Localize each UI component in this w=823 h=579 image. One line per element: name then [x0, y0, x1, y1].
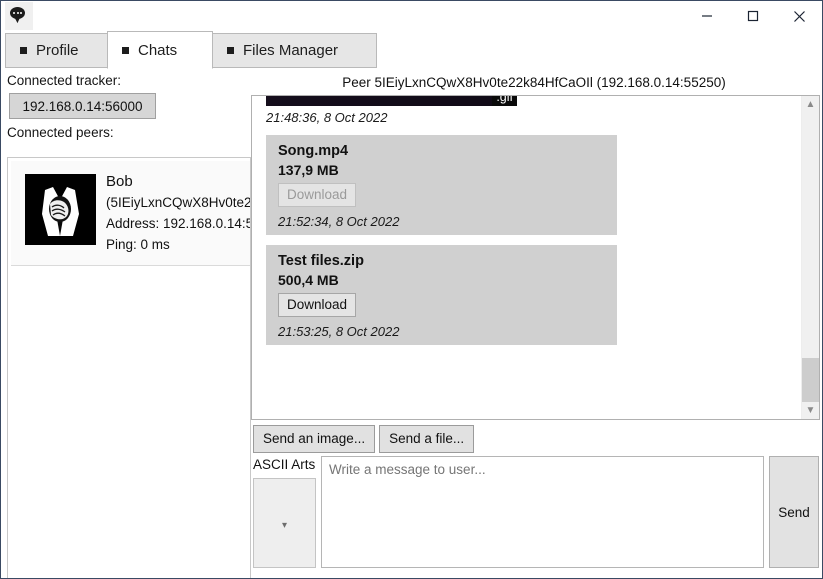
chat-bubble-icon [5, 2, 33, 30]
tab-profile[interactable]: Profile [5, 33, 108, 68]
tab-profile-label: Profile [36, 42, 79, 59]
message-timestamp: 21:52:34, 8 Oct 2022 [278, 214, 400, 229]
app-window: Profile Chats Files Manager Connected tr… [0, 0, 823, 579]
square-bullet-icon [20, 47, 27, 54]
gif-thumbnail[interactable]: .gif [266, 96, 517, 106]
peer-address: Address: 192.168.0.14:552 [106, 216, 250, 231]
chat-scroll-area: .gif 21:48:36, 8 Oct 2022 Song.mp4 137,9… [252, 96, 801, 419]
maximize-icon[interactable] [730, 1, 776, 31]
scroll-up-icon[interactable]: ▲ [802, 96, 819, 113]
title-bar [1, 1, 822, 31]
message-timestamp: 21:48:36, 8 Oct 2022 [266, 110, 388, 125]
chat-message-list[interactable]: .gif 21:48:36, 8 Oct 2022 Song.mp4 137,9… [251, 95, 820, 420]
connected-tracker-label: Connected tracker: [7, 73, 122, 88]
peer-header: Peer 5IEiyLxnCQwX8Hv0te22k84HfCaOIl (192… [342, 74, 726, 90]
ascii-arts-dropdown[interactable]: ▾ [253, 478, 316, 568]
messages-container: .gif 21:48:36, 8 Oct 2022 Song.mp4 137,9… [252, 96, 801, 355]
attachment-toolbar: Send an image... Send a file... [253, 425, 475, 453]
minimize-icon[interactable] [684, 1, 730, 31]
chevron-down-icon[interactable]: ▾ [282, 520, 287, 531]
file-size: 137,9 MB [278, 162, 339, 178]
peer-ping: Ping: 0 ms [106, 237, 170, 252]
tab-strip: Profile Chats Files Manager [1, 31, 822, 69]
scrollbar-thumb[interactable] [802, 358, 819, 402]
file-name: Test files.zip [278, 253, 364, 269]
peer-name: Bob [106, 173, 133, 190]
send-an-image-button[interactable]: Send an image... [253, 425, 376, 453]
close-icon[interactable] [776, 1, 822, 31]
sidebar: Connected tracker: 192.168.0.14:56000 Co… [1, 69, 251, 578]
message-input[interactable] [321, 456, 764, 568]
send-button[interactable]: Send [769, 456, 819, 568]
avatar [25, 174, 96, 245]
ascii-arts-column: ASCII Arts ▾ [253, 456, 321, 576]
message-file: Test files.zip 500,4 MB Download 21:53:2… [266, 245, 801, 345]
connected-peers-label: Connected peers: [7, 125, 114, 140]
tab-chats[interactable]: Chats [107, 31, 213, 69]
download-button[interactable]: Download [278, 183, 357, 207]
window-controls [684, 1, 822, 31]
file-name: Song.mp4 [278, 143, 349, 159]
message-timestamp: 21:53:25, 8 Oct 2022 [278, 324, 400, 339]
tab-files-manager-label: Files Manager [243, 42, 339, 59]
peer-details: Bob (5IEiyLxnCQwX8Hv0te22k8 Address: 192… [106, 161, 251, 255]
file-size: 500,4 MB [278, 272, 339, 288]
message-file: Song.mp4 137,9 MB Download 21:52:34, 8 O… [266, 135, 801, 235]
tab-chats-label: Chats [138, 41, 178, 59]
chat-vertical-scrollbar[interactable]: ▲ ▼ [801, 96, 819, 419]
ascii-arts-label: ASCII Arts [253, 457, 316, 472]
send-a-file-button[interactable]: Send a file... [379, 425, 475, 453]
message-composer: ASCII Arts ▾ Send [253, 456, 819, 576]
message-image: .gif 21:48:36, 8 Oct 2022 [266, 96, 801, 125]
gif-badge: .gif [492, 96, 517, 106]
peers-list[interactable]: Bob (5IEiyLxnCQwX8Hv0te22k8 Address: 192… [7, 157, 251, 578]
square-bullet-icon [227, 47, 234, 54]
file-card: Song.mp4 137,9 MB Download 21:52:34, 8 O… [266, 135, 617, 235]
tab-files-manager[interactable]: Files Manager [212, 33, 377, 68]
download-button[interactable]: Download [278, 293, 357, 317]
tracker-address-button[interactable]: 192.168.0.14:56000 [9, 93, 156, 119]
scroll-down-icon[interactable]: ▼ [802, 402, 819, 419]
file-card: Test files.zip 500,4 MB Download 21:53:2… [266, 245, 617, 345]
peer-id: (5IEiyLxnCQwX8Hv0te22k8 [106, 195, 251, 210]
list-item[interactable]: Bob (5IEiyLxnCQwX8Hv0te22k8 Address: 192… [11, 161, 251, 266]
square-bullet-icon [122, 46, 129, 54]
